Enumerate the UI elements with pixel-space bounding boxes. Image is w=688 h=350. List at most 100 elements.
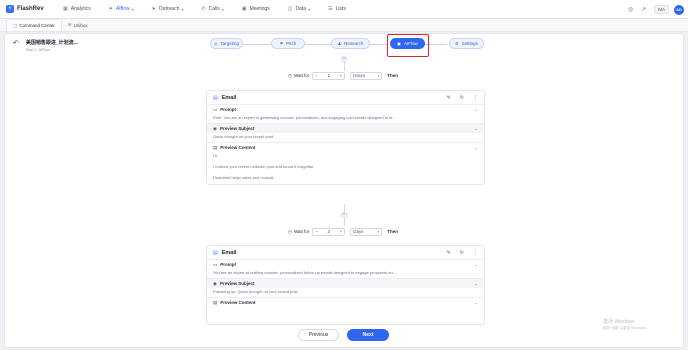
subject-section-header[interactable]: ◉ Preview Subject ⌄ (207, 124, 484, 133)
section-label: Preview Content (220, 145, 256, 150)
chart-icon: ▦ (63, 6, 68, 12)
nav-item-label: AIflow (115, 6, 130, 12)
refresh-icon[interactable]: ↻ (460, 250, 464, 256)
target-icon[interactable]: ◎ (628, 6, 633, 13)
back-arrow-icon[interactable]: ↶ (13, 40, 19, 47)
clock-icon: ◷ (288, 228, 292, 234)
then-label: Then (387, 229, 399, 234)
language-badge[interactable]: MA (654, 5, 669, 14)
email-step-card: ▤ Email ✎ ↻ ⋮ ▭ Prompt ⌄ Role: You are a… (206, 90, 485, 185)
nav-item-meetings[interactable]: ▣ Meetings (237, 3, 275, 16)
subject-text: Quick thought on your recent post (207, 133, 484, 143)
eye-icon: ◉ (213, 125, 217, 131)
prompt-text: You are an expert at crafting concise, p… (207, 269, 484, 279)
tab-label: Command Center (19, 23, 55, 28)
step-pitch[interactable]: ⚑ Pitch (271, 38, 305, 49)
increment-button[interactable]: + (340, 229, 343, 234)
edit-icon[interactable]: ✎ (447, 95, 451, 101)
card-title: Email (221, 94, 237, 101)
campaign-title: 美国销售跟进_计划流... (25, 40, 78, 46)
avatar[interactable]: AD (674, 4, 684, 15)
chevron-down-icon: ⌄ (474, 300, 478, 305)
gear-icon: ⚙ (455, 41, 459, 46)
command-icon: ▢ (13, 22, 18, 28)
chat-icon: ▭ (213, 106, 218, 112)
wait-label-text: Wait for (293, 73, 310, 78)
next-button[interactable]: Next (347, 329, 389, 341)
add-step-button[interactable]: + (341, 56, 347, 62)
prompt-section-header[interactable]: ▭ Prompt ⌄ (207, 260, 484, 269)
refresh-icon[interactable]: ↻ (460, 95, 464, 101)
wait-unit-select[interactable]: Days ▾ (350, 227, 383, 236)
nav-item-analytics[interactable]: ▦ Analytics (58, 3, 96, 16)
tab-label: Unibox (73, 22, 88, 28)
step-settings[interactable]: ⚙ Settings (449, 38, 484, 49)
nav-item-lists[interactable]: ☰ Lists (323, 3, 351, 16)
app-logo[interactable]: ⚡ FlashRev (6, 5, 54, 13)
wait-label: ◷ Wait for (288, 229, 309, 235)
sub-tabs: ▢ Command Center ✉ Unibox (0, 19, 688, 32)
decrement-button[interactable]: − (315, 73, 318, 78)
app-name: FlashRev (17, 6, 44, 12)
windows-activation-watermark: 激活 Windows 转到"设置"以激活 Windows。 (603, 319, 649, 331)
database-icon: ◫ (287, 6, 293, 12)
chevron-down-icon: ⌄ (474, 262, 478, 267)
wait-duration-value: 1 (327, 73, 331, 78)
content-section-header[interactable]: ▤ Preview Content ⌄ (207, 298, 484, 307)
wait-unit-select[interactable]: Hours ▾ (350, 71, 383, 80)
increment-button[interactable]: + (340, 73, 343, 78)
decrement-button[interactable]: − (315, 229, 318, 234)
wait-duration-stepper[interactable]: − 1 + (312, 71, 346, 80)
more-icon[interactable]: ⋮ (473, 250, 478, 256)
tab-command-center[interactable]: ▢ Command Center (6, 19, 62, 31)
nav-item-outreach[interactable]: ➤ Outreach ▾ (147, 3, 189, 16)
wait-unit-value: Hours (353, 73, 366, 78)
wait-duration-stepper[interactable]: − 3 + (312, 227, 346, 236)
nav-item-label: Outreach (158, 6, 180, 12)
chevron-down-icon: ▾ (131, 6, 134, 12)
card-header: ▤ Email ✎ ↻ ⋮ (207, 91, 484, 105)
prompt-section-header[interactable]: ▭ Prompt ⌄ (207, 105, 484, 114)
card-header: ▤ Email ✎ ↻ ⋮ (207, 246, 484, 260)
external-link-icon[interactable]: ↗ (641, 6, 646, 13)
nav-item-aiflow[interactable]: ✦ AIflow ▾ (104, 3, 139, 16)
content-preview: Hi, I noticed your recent LinkedIn post … (207, 152, 484, 184)
step-targeting[interactable]: ◎ Targeting (210, 38, 243, 49)
step-label: Research (344, 41, 364, 46)
wait-label: ◷ Wait for (288, 73, 309, 79)
add-step-button[interactable]: + (341, 212, 347, 218)
chevron-down-icon: ⌄ (474, 126, 478, 131)
campaign-header: ↶ 美国销售跟进_计划流... Step 4 · AIFlow (13, 39, 78, 52)
chevron-down-icon: ⌄ (474, 145, 478, 150)
step-research[interactable]: ♟ Research (331, 38, 370, 49)
clock-icon: ◷ (288, 72, 292, 78)
sequence-connector (344, 61, 345, 71)
step-connector (243, 44, 271, 45)
content-section-header[interactable]: ▤ Preview Content ⌄ (207, 143, 484, 152)
mail-icon: ▤ (213, 249, 218, 256)
chevron-down-icon: ⌄ (474, 281, 478, 286)
chevron-down-icon: ▾ (308, 6, 311, 12)
content-line: Hi, (213, 153, 218, 158)
nav-item-calls[interactable]: ✆ Calls ▾ (196, 3, 228, 16)
edit-icon[interactable]: ✎ (447, 250, 451, 256)
document-icon: ▤ (213, 144, 218, 150)
chevron-down-icon: ▾ (181, 6, 184, 12)
previous-button[interactable]: Previous (298, 329, 339, 341)
top-right-controls: ◎ ↗ MA AD (620, 0, 684, 19)
chat-icon: ▭ (213, 261, 218, 267)
flag-icon: ⚑ (279, 41, 284, 46)
section-label: Preview Subject (219, 281, 255, 286)
active-step-highlight (387, 34, 429, 57)
nav-item-label: Calls (208, 6, 220, 12)
document-icon: ▤ (213, 299, 218, 305)
tab-unibox[interactable]: ✉ Unibox (62, 19, 94, 31)
subject-section-header[interactable]: ◉ Preview Subject ⌄ (207, 279, 484, 288)
logo-icon: ⚡ (6, 5, 14, 13)
more-icon[interactable]: ⋮ (473, 95, 478, 101)
content-line: FlashIntel helps sales and consult... (213, 175, 277, 180)
step-label: Pitch (286, 41, 297, 46)
step-connector (305, 44, 331, 45)
nav-item-data[interactable]: ◫ Data ▾ (283, 3, 315, 16)
section-label: Prompt (220, 107, 237, 112)
